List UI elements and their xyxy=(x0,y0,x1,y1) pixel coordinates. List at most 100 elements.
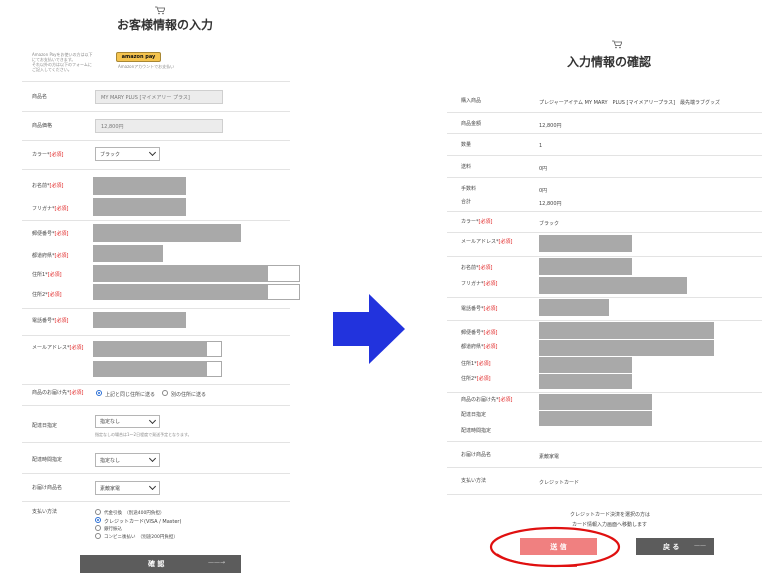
total-value: 12,800円 xyxy=(539,201,562,207)
divider xyxy=(447,320,762,321)
zip-masked xyxy=(539,322,714,339)
label-item: お届け商品名 xyxy=(32,485,63,491)
tel-input[interactable] xyxy=(93,312,186,328)
amazon-pay-label: amazon pay xyxy=(121,54,156,60)
label-tel: 電話番号*[必須] xyxy=(32,319,68,324)
divider xyxy=(22,111,290,112)
label-date: 配達日指定 xyxy=(32,423,58,429)
notice-line-1: クレジットカード決済を選択の方は xyxy=(570,512,651,518)
amazon-pay-button[interactable]: amazon pay xyxy=(116,52,161,62)
label-total: 合計 xyxy=(461,199,472,205)
label-amount: 商品金額 xyxy=(461,121,482,127)
date-select[interactable]: 指定なし xyxy=(95,415,160,428)
item-select[interactable]: 素敵家電 xyxy=(95,481,160,495)
pref-masked xyxy=(539,340,714,356)
divider xyxy=(447,112,762,113)
label-color-text: カラー* xyxy=(461,219,479,225)
label-name-text: お名前* xyxy=(461,265,479,271)
label-email: メールアドレス*[必須] xyxy=(32,346,83,351)
label-pref: 都道府県*[必須] xyxy=(461,345,497,350)
confirm-button[interactable]: 確 認 ——→ xyxy=(80,555,241,573)
required-mark: [必須] xyxy=(476,361,491,367)
name-input[interactable] xyxy=(93,177,186,195)
label-dest-text: 商品のお届け先* xyxy=(32,390,70,396)
divider xyxy=(22,473,290,474)
payment-cod-label: 代金引換 （別途400円負担） xyxy=(104,511,165,516)
label-color: カラー*[必須] xyxy=(461,220,492,225)
divider xyxy=(22,405,290,406)
divider xyxy=(447,211,762,212)
label-color-text: カラー* xyxy=(32,152,50,158)
product-name-field: MY MARY PLUS [マイメアリー プラス] xyxy=(95,90,223,104)
label-shipping: 送料 xyxy=(461,164,472,170)
divider xyxy=(447,297,762,298)
label-pref-text: 都道府県* xyxy=(32,253,55,259)
divider xyxy=(22,169,290,170)
required-mark: [必須] xyxy=(49,152,64,158)
back-button-label: 戻 る xyxy=(663,543,680,551)
label-product-name: 商品名 xyxy=(32,94,48,100)
divider xyxy=(447,133,762,134)
color-select[interactable]: ブラック xyxy=(95,147,160,161)
required-mark: [必須] xyxy=(69,390,84,396)
divider xyxy=(447,441,762,442)
dest-masked xyxy=(539,394,652,410)
chevron-down-icon xyxy=(148,454,157,463)
right-confirm-panel: 入力情報の確認 購入商品 プレジャーアイテム MY MARY PLUS [マイメ… xyxy=(447,0,763,588)
left-form-panel: お客様情報の入力 Amazon Payをお使いの方は以下 にてお支払いできます。… xyxy=(22,0,300,588)
label-zip-text: 郵便番号* xyxy=(32,231,55,237)
payment-conv-label: コンビニ後払い （別途200円負担） xyxy=(104,535,178,540)
zip-input[interactable] xyxy=(93,224,241,242)
label-item: 購入商品 xyxy=(461,98,482,104)
addr1-masked xyxy=(539,357,632,373)
required-mark: [必須] xyxy=(476,376,491,382)
required-mark: [必須] xyxy=(54,206,69,212)
required-mark: [必須] xyxy=(69,345,84,351)
label-addr2-text: 住所2* xyxy=(32,292,48,298)
payment-bank-radio[interactable] xyxy=(95,525,101,531)
label-itemname: お届け商品名 xyxy=(461,452,492,458)
label-fee: 手数料 xyxy=(461,186,477,192)
required-mark: [必須] xyxy=(483,281,498,287)
required-mark: [必須] xyxy=(483,330,498,336)
date-select-value: 指定なし xyxy=(100,419,121,425)
label-date: 配達日指定 xyxy=(461,412,487,418)
arrow-right-icon xyxy=(333,294,405,364)
divider xyxy=(447,494,762,495)
required-mark: [必須] xyxy=(498,239,513,245)
required-mark: [必須] xyxy=(47,272,62,278)
divider xyxy=(22,384,290,385)
payment-cod-radio[interactable] xyxy=(95,509,101,515)
divider xyxy=(447,177,762,178)
payment-conv-radio[interactable] xyxy=(95,533,101,539)
label-time: 配達時間指定 xyxy=(461,428,492,434)
qty-value: 1 xyxy=(539,143,543,149)
divider xyxy=(447,155,762,156)
dest-same-radio[interactable] xyxy=(96,390,102,396)
label-payment: 支払い方法 xyxy=(461,478,487,484)
required-mark: [必須] xyxy=(478,219,493,225)
kana-input[interactable] xyxy=(93,198,186,216)
page-title: お客様情報の入力 xyxy=(117,18,214,32)
divider xyxy=(22,335,290,336)
divider xyxy=(22,81,290,82)
back-button[interactable]: 戻 る —— xyxy=(636,538,714,555)
itemname-value: 素敵家電 xyxy=(539,454,560,460)
label-zip: 郵便番号*[必須] xyxy=(461,331,497,336)
label-payment: 支払い方法 xyxy=(32,509,58,515)
dest-other-label: 別の住所に送る xyxy=(171,392,207,398)
color-select-value: ブラック xyxy=(100,151,121,158)
pref-input[interactable] xyxy=(93,245,163,262)
time-select[interactable]: 指定なし xyxy=(95,453,160,467)
color-value: ブラック xyxy=(539,221,560,227)
label-email: メールアドレス*[必須] xyxy=(461,240,512,245)
payment-card-radio[interactable] xyxy=(95,517,101,523)
email-masked xyxy=(539,235,632,252)
time-select-value: 指定なし xyxy=(100,457,121,464)
divider xyxy=(447,392,762,393)
divider xyxy=(22,501,290,502)
dest-other-radio[interactable] xyxy=(162,390,168,396)
label-qty: 数量 xyxy=(461,142,472,148)
required-mark: [必須] xyxy=(498,397,513,403)
label-tel: 電話番号*[必須] xyxy=(461,307,497,312)
